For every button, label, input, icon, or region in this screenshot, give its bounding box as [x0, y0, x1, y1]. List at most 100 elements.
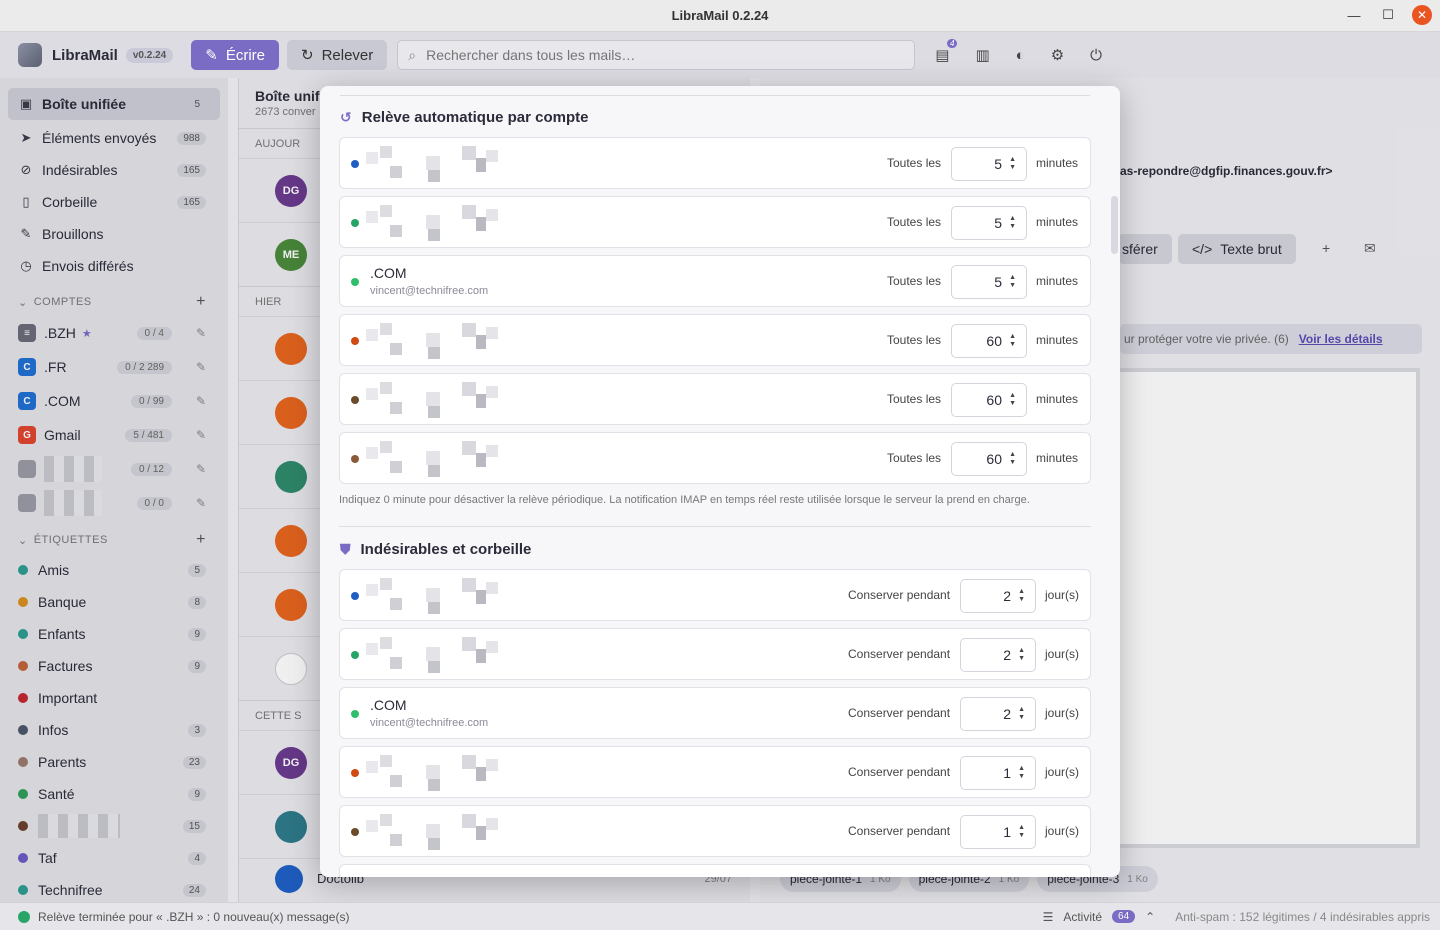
search-bar[interactable]: ⌕ [397, 40, 916, 70]
app-name: LibraMail [52, 46, 118, 64]
spinner-icon[interactable]: ▲ ▼ [1018, 765, 1025, 781]
account-color-dot [351, 592, 359, 600]
fetch-interval-input[interactable]: 5 ▲ ▼ [951, 147, 1027, 181]
account-color-dot [351, 651, 359, 659]
fetch-interval-input[interactable]: 60 ▲ ▼ [951, 442, 1027, 476]
junk-account-row [339, 864, 1091, 877]
spinner-icon[interactable]: ▲ ▼ [1018, 588, 1025, 604]
fetch-hint: Indiquez 0 minute pour désactiver la rel… [339, 494, 1030, 506]
app-logo [18, 43, 42, 67]
power-icon[interactable]: ⏻ [1090, 47, 1102, 64]
account-color-dot [351, 337, 359, 345]
retention-days-input[interactable]: 2 ▲ ▼ [960, 579, 1036, 613]
status-right: ☰ Activité 64 ⌃ Anti-spam : 152 légitime… [1043, 910, 1430, 924]
divider [340, 95, 1090, 96]
app-toolbar: LibraMail v0.2.24 ✎ Écrire ↻ Relever ⌕ ▤… [0, 32, 1440, 78]
junk-account-row: .COM vincent@technifree.com Conserver pe… [339, 687, 1091, 739]
spinner-icon[interactable]: ▲ ▼ [1018, 706, 1025, 722]
shield-icon: ⛊ [340, 541, 351, 557]
fetch-unit: minutes [1036, 451, 1079, 465]
status-bar: Relève terminée pour « .BZH » : 0 nouvea… [0, 902, 1440, 930]
spinner-icon[interactable]: ▲ ▼ [1009, 215, 1016, 231]
refresh-icon: ↻ [300, 47, 314, 64]
spinner-icon[interactable]: ▲ ▼ [1018, 647, 1025, 663]
retention-days-input[interactable]: 2 ▲ ▼ [960, 638, 1036, 672]
search-input[interactable] [426, 47, 915, 63]
activity-icon: ☰ [1042, 909, 1054, 924]
account-name: .COM [370, 697, 407, 713]
junk-account-row: Conserver pendant 2 ▲ ▼ jour(s) [339, 628, 1091, 680]
window-controls: — ☐ ✕ [1344, 5, 1432, 25]
account-color-dot [351, 455, 359, 463]
retention-days-value: 1 [1003, 765, 1011, 781]
redacted-account [366, 755, 498, 791]
fetch-unit: minutes [1036, 274, 1079, 288]
fetch-interval-value: 60 [986, 451, 1002, 467]
fetch-interval-value: 5 [994, 215, 1002, 231]
retention-days-value: 1 [1003, 824, 1011, 840]
fetch-account-row: Toutes les 60 ▲ ▼ minutes [339, 432, 1091, 484]
spinner-icon[interactable]: ▲ ▼ [1009, 392, 1016, 408]
maximize-button[interactable]: ☐ [1378, 5, 1398, 25]
close-button[interactable]: ✕ [1412, 5, 1432, 25]
spinner-icon[interactable]: ▲ ▼ [1009, 451, 1016, 467]
fetch-interval-input[interactable]: 5 ▲ ▼ [951, 265, 1027, 299]
chevron-up-icon[interactable]: ⌃ [1145, 910, 1155, 924]
minimize-button[interactable]: — [1344, 5, 1364, 25]
modal-scrollbar[interactable] [1111, 196, 1118, 254]
fetch-section-label: Relève automatique par compte [361, 109, 589, 126]
account-email: vincent@technifree.com [370, 285, 489, 297]
account-color-dot [351, 396, 359, 404]
search-icon: ⌕ [408, 46, 417, 63]
activity-label[interactable]: Activité [1063, 910, 1102, 924]
spinner-icon[interactable]: ▲ ▼ [1009, 333, 1016, 349]
version-badge: v0.2.24 [125, 47, 174, 63]
spinner-icon[interactable]: ▲ ▼ [1009, 156, 1016, 172]
stats-icon[interactable]: ▥ [975, 46, 989, 64]
fetch-account-row: Toutes les 5 ▲ ▼ minutes [339, 196, 1091, 248]
write-button-label: Écrire [225, 46, 265, 64]
junk-account-row: Conserver pendant 1 ▲ ▼ jour(s) [339, 805, 1091, 857]
fetch-label: Toutes les [887, 333, 942, 347]
junk-label: Conserver pendant [848, 706, 951, 720]
account-name: .COM [370, 265, 407, 281]
retention-days-input[interactable]: 1 ▲ ▼ [960, 756, 1036, 790]
toolbar-icons: ▤ 4 ▥ ◐ ⚙ ⏻ [935, 39, 1102, 64]
fetch-button[interactable]: ↻ Relever [286, 40, 388, 70]
fetch-label: Toutes les [887, 392, 942, 406]
junk-unit: jour(s) [1045, 765, 1080, 779]
redacted-account [366, 814, 498, 850]
retention-days-input[interactable]: 2 ▲ ▼ [960, 697, 1036, 731]
fetch-interval-input[interactable]: 5 ▲ ▼ [951, 206, 1027, 240]
junk-section-label: Indésirables et corbeille [360, 541, 532, 558]
notifications-icon[interactable]: ▤ 4 [935, 39, 958, 64]
success-icon [18, 910, 30, 923]
fetch-interval-input[interactable]: 60 ▲ ▼ [951, 324, 1027, 358]
fetch-label: Toutes les [887, 215, 942, 229]
window-titlebar: LibraMail 0.2.24 — ☐ ✕ [0, 0, 1440, 32]
activity-count: 64 [1112, 910, 1136, 923]
fetch-interval-value: 5 [994, 274, 1002, 290]
spinner-icon[interactable]: ▲ ▼ [1009, 274, 1016, 290]
settings-modal: ↺ Relève automatique par compte Toutes l… [320, 86, 1120, 877]
settings-icon[interactable]: ⚙ [1051, 46, 1064, 64]
window-title: LibraMail 0.2.24 [671, 8, 769, 23]
divider [339, 526, 1091, 527]
spinner-icon[interactable]: ▲ ▼ [1018, 824, 1025, 840]
theme-icon[interactable]: ◐ [1016, 47, 1025, 64]
junk-label: Conserver pendant [848, 765, 951, 779]
fetch-unit: minutes [1036, 215, 1079, 229]
history-icon: ↺ [340, 109, 352, 125]
fetch-interval-value: 60 [986, 392, 1002, 408]
account-email: vincent@technifree.com [370, 717, 489, 729]
retention-days-value: 2 [1003, 588, 1011, 604]
fetch-account-row: Toutes les 5 ▲ ▼ minutes [339, 137, 1091, 189]
junk-account-row: Conserver pendant 1 ▲ ▼ jour(s) [339, 746, 1091, 798]
fetch-interval-value: 60 [986, 333, 1002, 349]
retention-days-input[interactable]: 1 ▲ ▼ [960, 815, 1036, 849]
redacted-account [366, 441, 498, 477]
fetch-unit: minutes [1036, 333, 1079, 347]
fetch-interval-input[interactable]: 60 ▲ ▼ [951, 383, 1027, 417]
write-button[interactable]: ✎ Écrire [191, 40, 279, 70]
junk-unit: jour(s) [1045, 824, 1080, 838]
